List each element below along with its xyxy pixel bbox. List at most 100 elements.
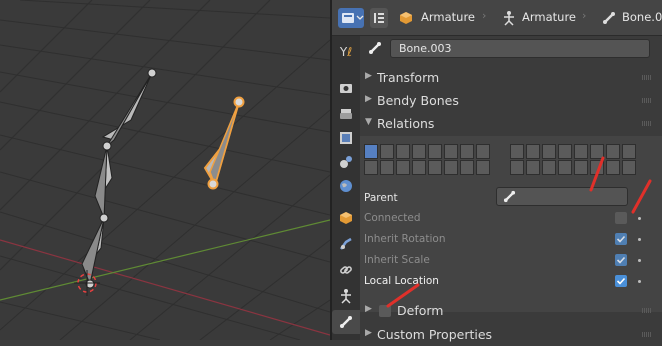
parent-field[interactable] [496, 187, 628, 206]
bone-layers-left[interactable] [364, 144, 502, 178]
armature-object-icon [400, 12, 412, 24]
layer-toggle[interactable] [558, 160, 572, 175]
layer-toggle[interactable] [364, 144, 378, 159]
layer-toggle[interactable] [542, 144, 556, 159]
drag-grip-icon[interactable] [642, 308, 652, 313]
layer-toggle[interactable] [444, 160, 458, 175]
layer-toggle[interactable] [476, 160, 490, 175]
chevron-right-icon: ▶ [365, 71, 372, 81]
list-icon [374, 13, 384, 23]
inherit-scale-checkbox[interactable] [615, 254, 627, 266]
panel-bendy-bones[interactable]: ▶ Bendy Bones [360, 90, 662, 112]
layer-toggle[interactable] [380, 160, 394, 175]
keyframe-dot-icon[interactable] [638, 259, 641, 262]
layer-toggle[interactable] [444, 144, 458, 159]
layer-toggle[interactable] [476, 144, 490, 159]
panel-custom-properties[interactable]: ▶ Custom Properties [360, 324, 662, 346]
tab-scene[interactable] [332, 150, 360, 174]
connected-checkbox[interactable] [615, 212, 627, 224]
layer-toggle[interactable] [558, 144, 572, 159]
panel-bendy-bones-label: Bendy Bones [377, 93, 459, 108]
drag-grip-icon[interactable] [642, 75, 652, 80]
selected-bone[interactable] [203, 96, 245, 190]
tab-object[interactable] [332, 206, 360, 230]
tab-output[interactable] [332, 102, 360, 126]
tab-modifier[interactable] [332, 232, 360, 256]
breadcrumb-object[interactable]: Armature [421, 10, 475, 24]
layer-toggle[interactable] [396, 160, 410, 175]
render-icon [340, 84, 352, 93]
deform-checkbox[interactable] [379, 305, 391, 317]
keyframe-dot-icon[interactable] [638, 217, 641, 220]
tab-tool[interactable]: Yℓ [332, 40, 360, 64]
panel-relations[interactable]: ▼ Relations [360, 113, 662, 135]
bone-joint[interactable] [102, 141, 112, 151]
breadcrumb-armature[interactable]: Armature [522, 10, 576, 24]
breadcrumb-separator: › [582, 9, 587, 22]
bone-icon [369, 42, 381, 54]
keyframe-dot-icon[interactable] [638, 280, 641, 283]
outliner-toggle-button[interactable] [370, 8, 388, 28]
tab-world[interactable] [332, 174, 360, 198]
layer-toggle[interactable] [510, 144, 524, 159]
layer-toggle[interactable] [428, 160, 442, 175]
view-layer-icon [340, 132, 352, 144]
inherit-rotation-checkbox[interactable] [615, 233, 627, 245]
editor-type-button[interactable] [338, 8, 364, 28]
parent-label: Parent [364, 192, 398, 204]
keyframe-dot-icon[interactable] [638, 238, 641, 241]
checkmark-icon [616, 235, 626, 243]
layer-toggle[interactable] [622, 144, 636, 159]
drag-grip-icon[interactable] [642, 332, 652, 337]
inherit-rotation-label: Inherit Rotation [364, 233, 446, 245]
layer-toggle[interactable] [590, 144, 604, 159]
bone-joint[interactable] [147, 68, 157, 78]
bone-layers-right[interactable] [510, 144, 650, 178]
layer-toggle[interactable] [412, 160, 426, 175]
layer-toggle[interactable] [526, 160, 540, 175]
tab-bone[interactable] [332, 310, 360, 334]
local-location-checkbox[interactable] [615, 275, 627, 287]
properties-editor-icon [342, 13, 364, 23]
drag-grip-icon[interactable] [642, 121, 652, 126]
layer-toggle[interactable] [606, 144, 620, 159]
layer-toggle[interactable] [590, 160, 604, 175]
layer-toggle[interactable] [622, 160, 636, 175]
layer-toggle[interactable] [396, 144, 410, 159]
floor-grid [0, 0, 330, 340]
output-icon [340, 109, 352, 119]
layer-toggle[interactable] [428, 144, 442, 159]
tab-constraint[interactable] [332, 258, 360, 282]
bone-properties: Bone.003 ▶ Transform ▶ Bendy Bones ▼ Rel… [360, 36, 662, 342]
layer-toggle[interactable] [460, 160, 474, 175]
tab-armature-data[interactable] [332, 284, 360, 308]
scene-icon [340, 156, 352, 168]
layer-toggle[interactable] [606, 160, 620, 175]
3d-viewport[interactable] [0, 0, 330, 340]
3d-cursor-icon[interactable] [74, 270, 100, 296]
bone-joint[interactable] [99, 213, 109, 223]
tab-render[interactable] [332, 76, 360, 100]
layer-toggle[interactable] [526, 144, 540, 159]
layer-toggle[interactable] [574, 144, 588, 159]
layer-toggle[interactable] [460, 144, 474, 159]
panel-deform[interactable]: ▶ Deform [360, 300, 662, 322]
panel-relations-label: Relations [377, 116, 435, 131]
breadcrumb-bone[interactable]: Bone.0 [622, 10, 662, 24]
layer-toggle[interactable] [542, 160, 556, 175]
bone-name-field[interactable]: Bone.003 [390, 39, 650, 58]
layer-toggle[interactable] [364, 160, 378, 175]
bone-icon [503, 190, 516, 203]
panel-transform[interactable]: ▶ Transform [360, 67, 662, 89]
bone-chain[interactable] [81, 68, 157, 289]
drag-grip-icon[interactable] [642, 98, 652, 103]
panel-deform-label: Deform [397, 303, 444, 318]
layer-toggle[interactable] [510, 160, 524, 175]
layer-toggle[interactable] [412, 144, 426, 159]
tab-view-layer[interactable] [332, 126, 360, 150]
panel-transform-label: Transform [377, 70, 440, 85]
bone-name-value: Bone.003 [399, 42, 452, 55]
layer-toggle[interactable] [380, 144, 394, 159]
layer-toggle[interactable] [574, 160, 588, 175]
viewport-canvas[interactable] [0, 0, 330, 340]
